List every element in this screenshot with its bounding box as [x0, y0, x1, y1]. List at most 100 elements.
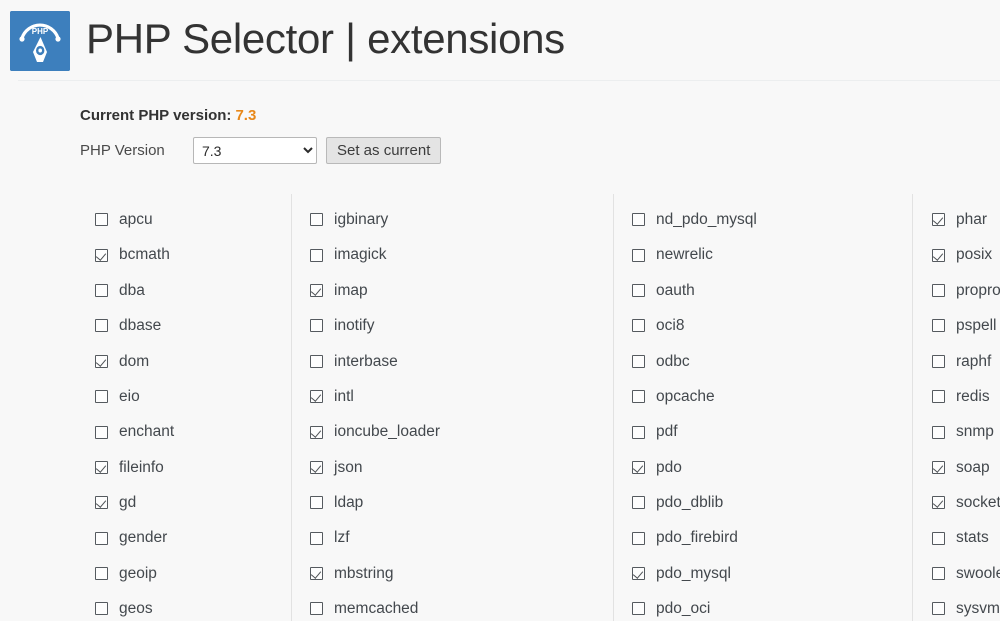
checkbox-checked-icon[interactable]: [932, 248, 945, 262]
extension-item[interactable]: pdo_firebird: [632, 521, 912, 556]
checkbox-unchecked-icon[interactable]: [632, 425, 645, 439]
extension-label: geoip: [119, 564, 157, 582]
checkbox-unchecked-icon[interactable]: [310, 248, 323, 262]
extension-item[interactable]: raphf: [932, 344, 1000, 379]
checkbox-checked-icon[interactable]: [632, 460, 645, 474]
checkbox-checked-icon[interactable]: [95, 354, 108, 368]
extension-item[interactable]: apcu: [95, 202, 291, 237]
extension-item[interactable]: pdo_oci: [632, 591, 912, 621]
extension-item[interactable]: gd: [95, 485, 291, 520]
checkbox-checked-icon[interactable]: [95, 496, 108, 510]
checkbox-checked-icon[interactable]: [932, 496, 945, 510]
extension-item[interactable]: pdo_mysql: [632, 556, 912, 591]
extension-item[interactable]: sockets: [932, 485, 1000, 520]
checkbox-unchecked-icon[interactable]: [95, 390, 108, 404]
extension-item[interactable]: lzf: [310, 521, 613, 556]
extension-item[interactable]: mbstring: [310, 556, 613, 591]
checkbox-checked-icon[interactable]: [932, 213, 945, 227]
checkbox-unchecked-icon[interactable]: [632, 319, 645, 333]
checkbox-unchecked-icon[interactable]: [932, 319, 945, 333]
extension-item[interactable]: propro: [932, 273, 1000, 308]
checkbox-unchecked-icon[interactable]: [310, 602, 323, 616]
extension-item[interactable]: geos: [95, 591, 291, 621]
checkbox-checked-icon[interactable]: [95, 460, 108, 474]
extension-item[interactable]: json: [310, 450, 613, 485]
checkbox-unchecked-icon[interactable]: [632, 354, 645, 368]
extension-item[interactable]: interbase: [310, 344, 613, 379]
extension-item[interactable]: bcmath: [95, 237, 291, 272]
checkbox-unchecked-icon[interactable]: [95, 567, 108, 581]
extension-item[interactable]: pdo_dblib: [632, 485, 912, 520]
checkbox-unchecked-icon[interactable]: [310, 496, 323, 510]
checkbox-unchecked-icon[interactable]: [95, 319, 108, 333]
extension-item[interactable]: intl: [310, 379, 613, 414]
checkbox-unchecked-icon[interactable]: [95, 531, 108, 545]
checkbox-checked-icon[interactable]: [310, 460, 323, 474]
checkbox-unchecked-icon[interactable]: [932, 283, 945, 297]
extension-item[interactable]: oci8: [632, 308, 912, 343]
extension-item[interactable]: geoip: [95, 556, 291, 591]
extension-item[interactable]: redis: [932, 379, 1000, 414]
checkbox-unchecked-icon[interactable]: [632, 496, 645, 510]
checkbox-unchecked-icon[interactable]: [95, 602, 108, 616]
checkbox-unchecked-icon[interactable]: [932, 390, 945, 404]
extension-item[interactable]: posix: [932, 237, 1000, 272]
checkbox-unchecked-icon[interactable]: [932, 425, 945, 439]
checkbox-unchecked-icon[interactable]: [632, 248, 645, 262]
checkbox-checked-icon[interactable]: [632, 567, 645, 581]
checkbox-unchecked-icon[interactable]: [310, 213, 323, 227]
extension-item[interactable]: pdf: [632, 414, 912, 449]
checkbox-checked-icon[interactable]: [95, 248, 108, 262]
checkbox-unchecked-icon[interactable]: [632, 213, 645, 227]
set-as-current-button[interactable]: Set as current: [326, 137, 442, 164]
checkbox-unchecked-icon[interactable]: [95, 425, 108, 439]
extension-item[interactable]: snmp: [932, 414, 1000, 449]
extension-item[interactable]: ldap: [310, 485, 613, 520]
extension-item[interactable]: pspell: [932, 308, 1000, 343]
extension-item[interactable]: soap: [932, 450, 1000, 485]
extension-item[interactable]: dom: [95, 344, 291, 379]
extension-item[interactable]: fileinfo: [95, 450, 291, 485]
extension-item[interactable]: phar: [932, 202, 1000, 237]
extension-item[interactable]: eio: [95, 379, 291, 414]
checkbox-checked-icon[interactable]: [310, 425, 323, 439]
checkbox-unchecked-icon[interactable]: [310, 319, 323, 333]
checkbox-unchecked-icon[interactable]: [310, 354, 323, 368]
extension-item[interactable]: dbase: [95, 308, 291, 343]
checkbox-unchecked-icon[interactable]: [632, 531, 645, 545]
extension-item[interactable]: memcached: [310, 591, 613, 621]
checkbox-unchecked-icon[interactable]: [310, 531, 323, 545]
extension-item[interactable]: imagick: [310, 237, 613, 272]
extension-item[interactable]: swoole: [932, 556, 1000, 591]
extension-item[interactable]: pdo: [632, 450, 912, 485]
extension-item[interactable]: opcache: [632, 379, 912, 414]
extension-item[interactable]: odbc: [632, 344, 912, 379]
php-version-select[interactable]: 7.3: [193, 137, 317, 164]
extension-item[interactable]: nd_pdo_mysql: [632, 202, 912, 237]
checkbox-checked-icon[interactable]: [310, 390, 323, 404]
extension-item[interactable]: sysvmsg: [932, 591, 1000, 621]
extension-item[interactable]: oauth: [632, 273, 912, 308]
extension-item[interactable]: igbinary: [310, 202, 613, 237]
checkbox-checked-icon[interactable]: [310, 283, 323, 297]
extension-item[interactable]: gender: [95, 521, 291, 556]
extension-item[interactable]: inotify: [310, 308, 613, 343]
checkbox-unchecked-icon[interactable]: [932, 567, 945, 581]
extension-item[interactable]: imap: [310, 273, 613, 308]
checkbox-unchecked-icon[interactable]: [932, 354, 945, 368]
checkbox-unchecked-icon[interactable]: [95, 283, 108, 297]
extension-item[interactable]: stats: [932, 521, 1000, 556]
extension-label: raphf: [956, 352, 992, 370]
extension-item[interactable]: ioncube_loader: [310, 414, 613, 449]
checkbox-checked-icon[interactable]: [310, 567, 323, 581]
extension-item[interactable]: dba: [95, 273, 291, 308]
checkbox-unchecked-icon[interactable]: [632, 283, 645, 297]
checkbox-unchecked-icon[interactable]: [932, 531, 945, 545]
checkbox-unchecked-icon[interactable]: [932, 602, 945, 616]
extension-item[interactable]: newrelic: [632, 237, 912, 272]
checkbox-unchecked-icon[interactable]: [95, 213, 108, 227]
checkbox-unchecked-icon[interactable]: [632, 602, 645, 616]
extension-item[interactable]: enchant: [95, 414, 291, 449]
checkbox-unchecked-icon[interactable]: [632, 390, 645, 404]
checkbox-checked-icon[interactable]: [932, 460, 945, 474]
